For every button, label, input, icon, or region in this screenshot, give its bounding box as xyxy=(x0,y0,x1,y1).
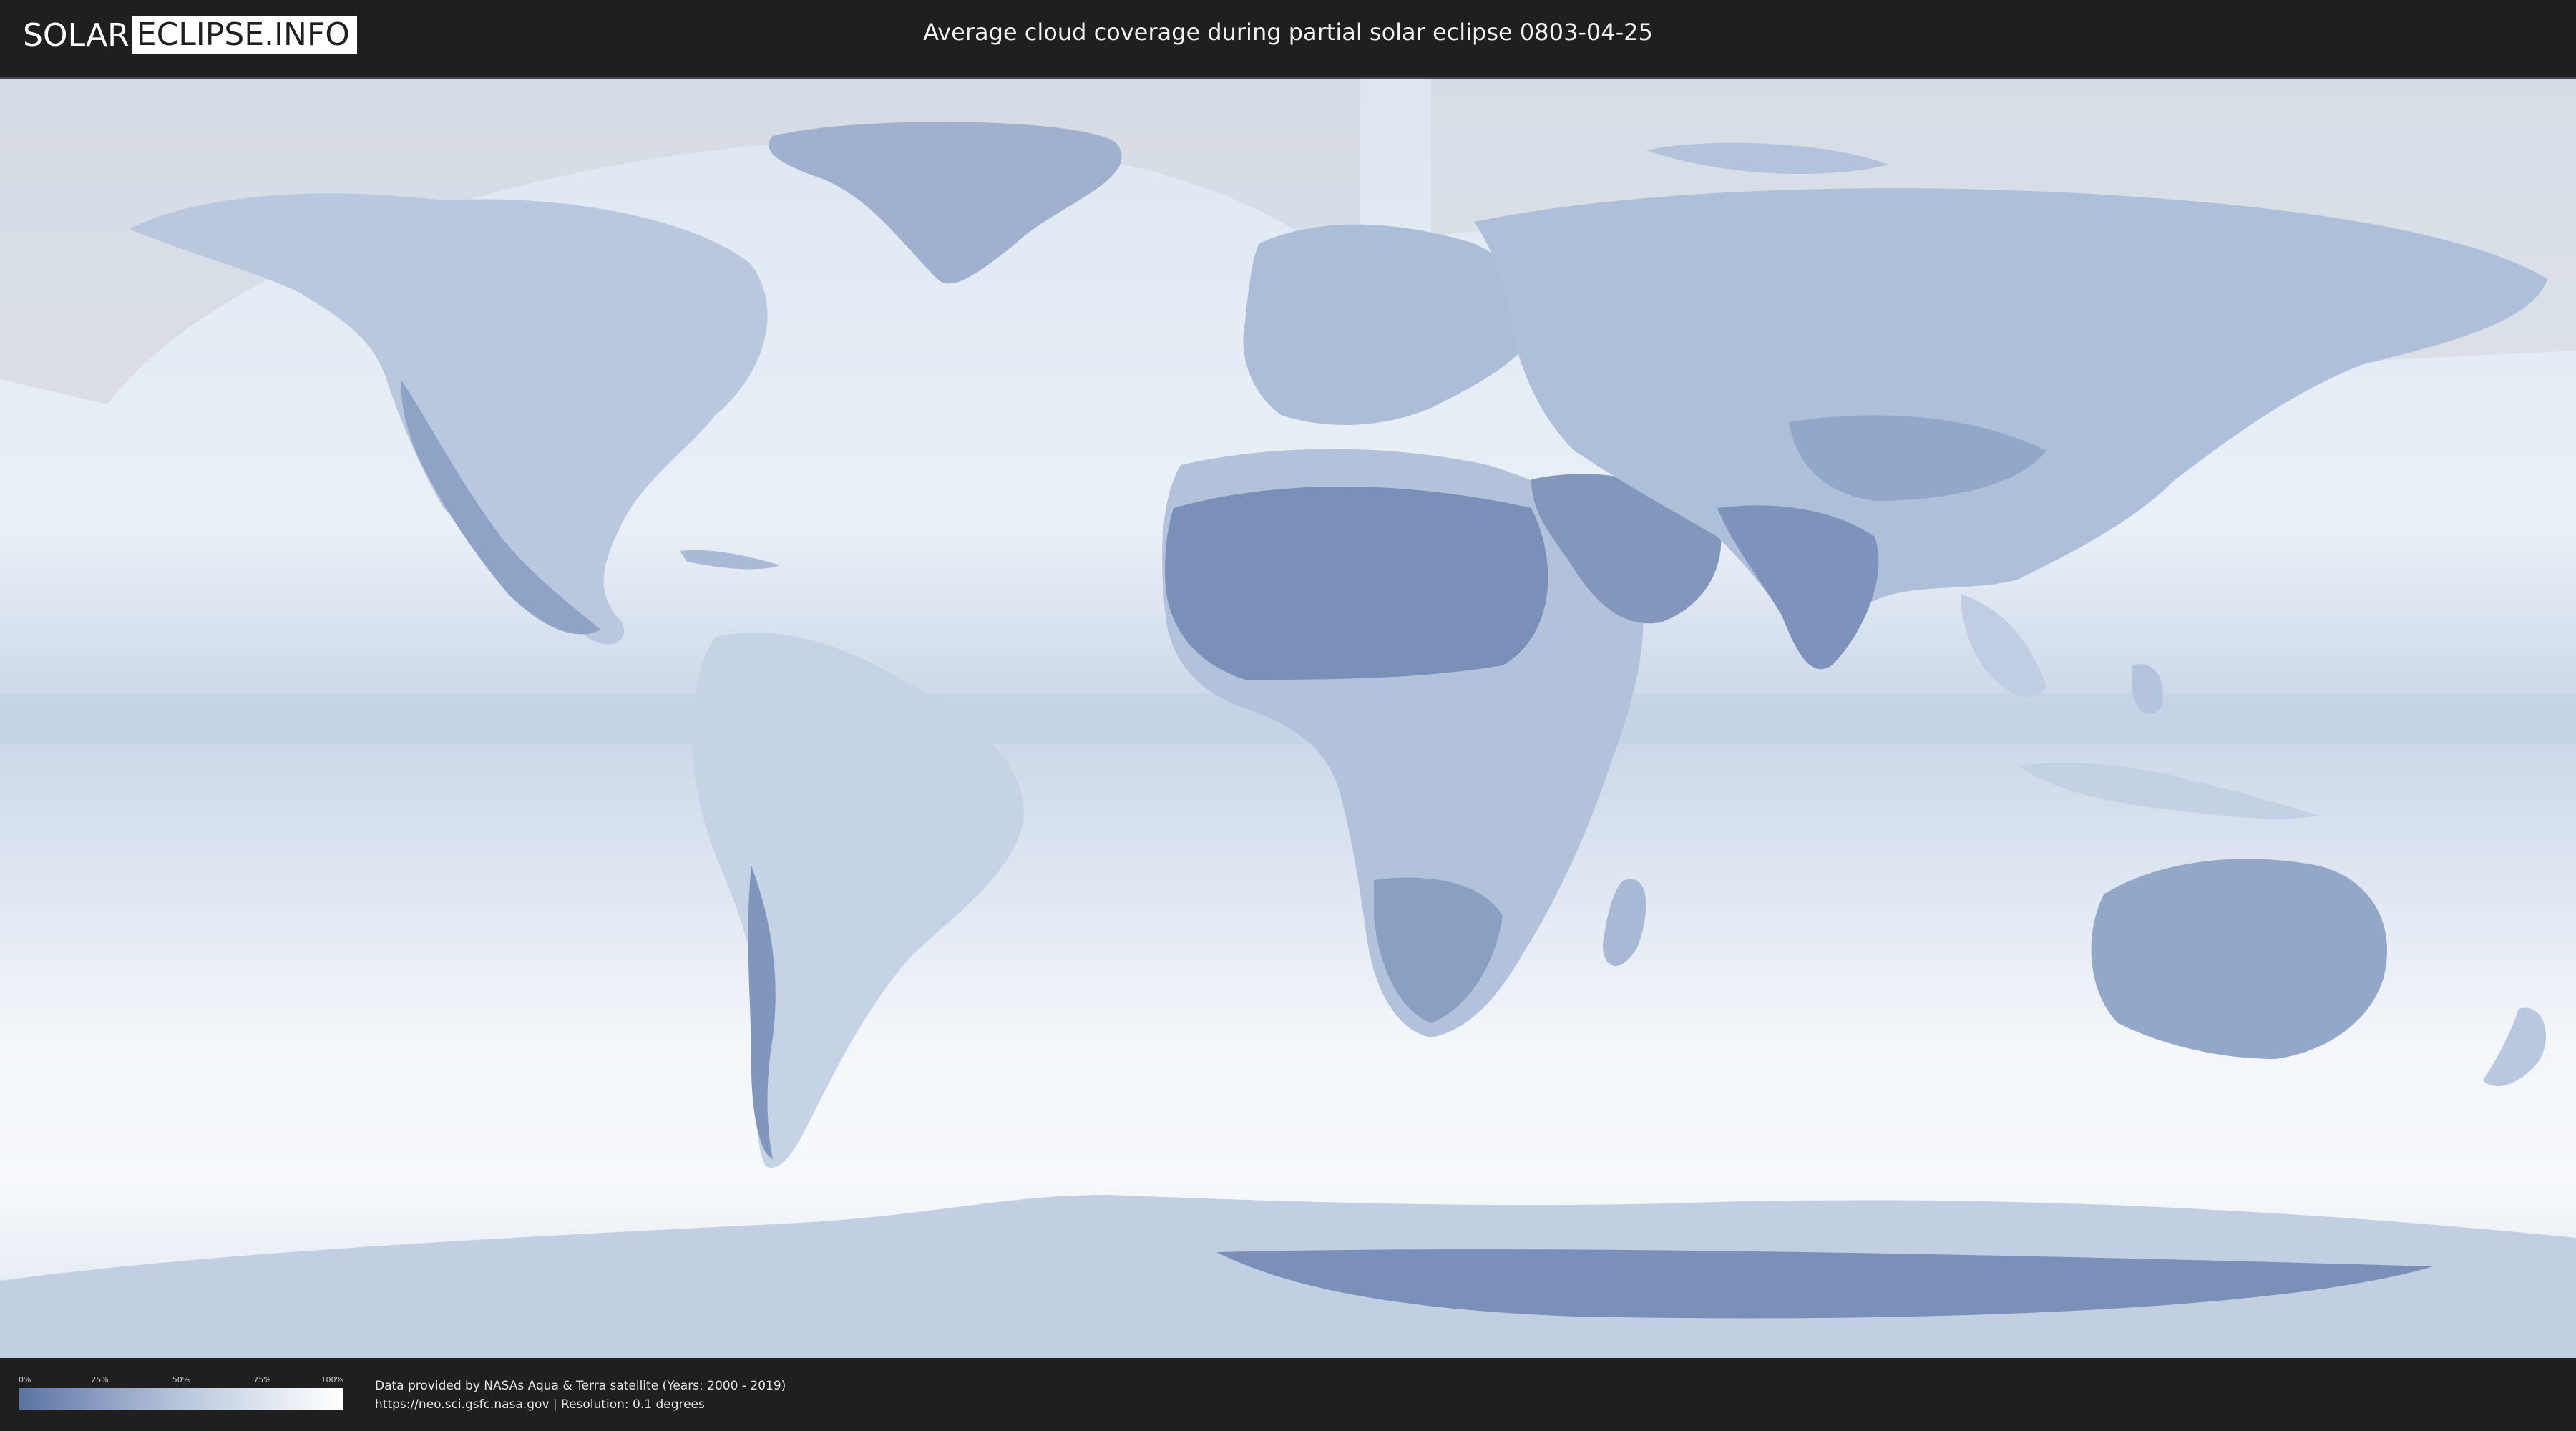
data-credit: Data provided by NASAs Aqua & Terra sate… xyxy=(375,1377,786,1414)
legend-gradient-bar xyxy=(19,1388,343,1410)
legend-ticks: 0% 25% 50% 75% 100% xyxy=(19,1375,343,1385)
legend-tick-75: 75% xyxy=(253,1375,271,1384)
credit-line-source: Data provided by NASAs Aqua & Terra sate… xyxy=(375,1379,786,1393)
header-bar: SOLAR ECLIPSE.INFO Average cloud coverag… xyxy=(0,0,2576,72)
footer-bar: 0% 25% 50% 75% 100% Data provided by NAS… xyxy=(0,1358,2576,1431)
legend-tick-25: 25% xyxy=(91,1375,109,1384)
cloud-coverage-legend: 0% 25% 50% 75% 100% xyxy=(19,1375,343,1412)
australia xyxy=(2091,859,2387,1059)
legend-tick-50: 50% xyxy=(172,1375,190,1384)
credit-line-link[interactable]: https://neo.sci.gsfc.nasa.gov | Resoluti… xyxy=(375,1395,786,1414)
legend-tick-0: 0% xyxy=(19,1375,31,1384)
cloud-coverage-map xyxy=(0,77,2576,1359)
sahara xyxy=(1165,487,1548,680)
page-title: Average cloud coverage during partial so… xyxy=(923,19,1653,46)
world-map-svg xyxy=(0,79,2576,1358)
legend-tick-100: 100% xyxy=(321,1375,343,1384)
